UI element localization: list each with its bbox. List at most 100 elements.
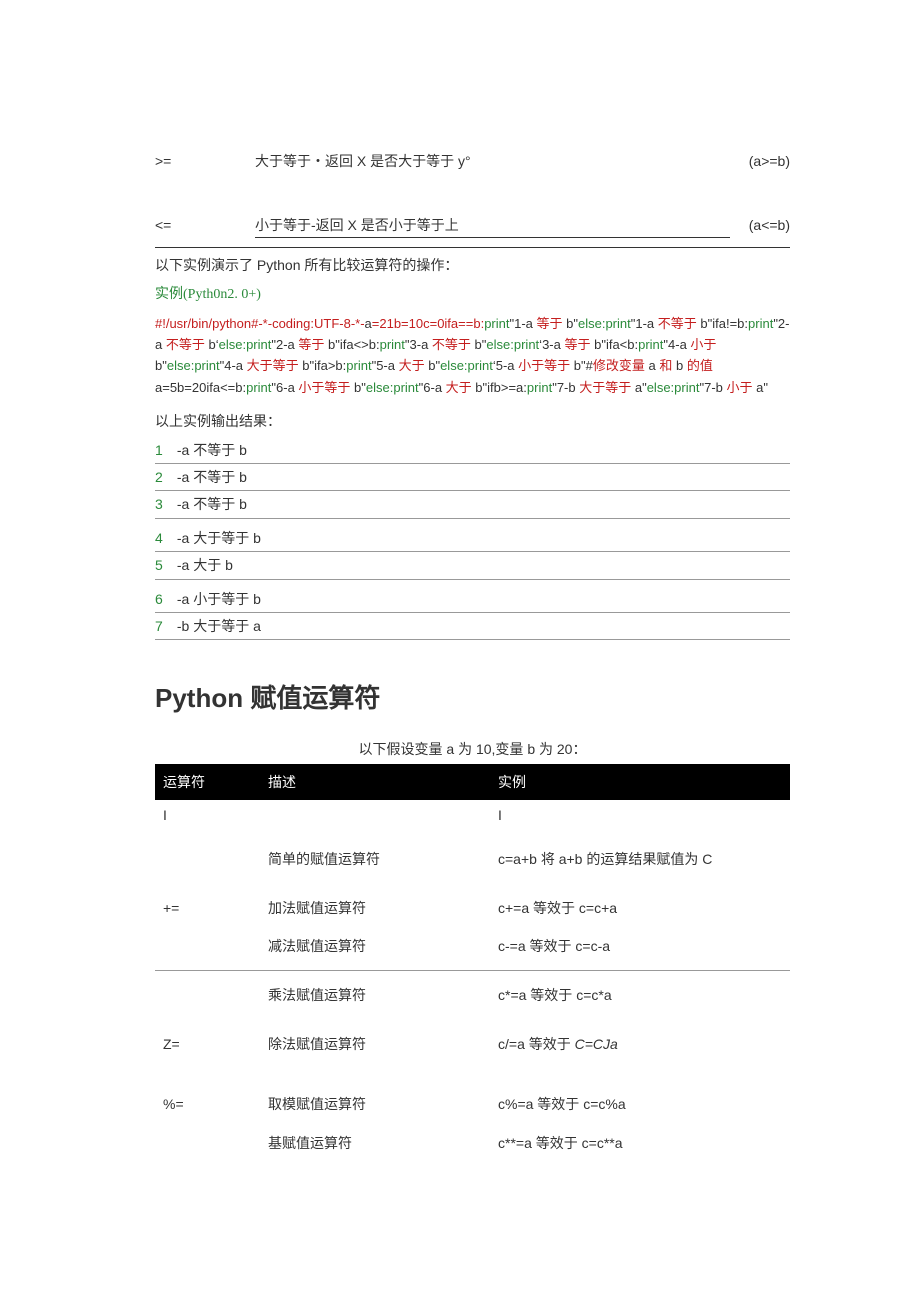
code-token: b" (350, 380, 365, 395)
op-symbol: >= (155, 150, 255, 172)
cell-bar: I (155, 800, 260, 830)
code-token: 小于等于 (298, 380, 350, 395)
op-desc: 小于等于-返回 X 是否小于等于上 (255, 214, 730, 237)
table-spacer (155, 830, 790, 844)
cell-desc: 基赋值运算符 (260, 1128, 490, 1158)
code-token: b"ifa>b: (299, 358, 347, 373)
code-token: b"ifb>=a: (472, 380, 527, 395)
cell-op (155, 844, 260, 874)
code-token: print (380, 337, 405, 352)
code-token: "2-a (271, 337, 298, 352)
code-token: else: (440, 358, 467, 373)
result-text: -a 大于 b (173, 557, 233, 573)
cell-op (155, 931, 260, 961)
result-number: 6 (155, 588, 173, 610)
table-row: 基赋值运算符c**=a 等效于 c=c**a (155, 1128, 790, 1158)
cell-desc: 加法赋值运算符 (260, 893, 490, 923)
assignment-operators-table: 运算符 描述 实例 II简单的赋值运算符c=a+b 将 a+b 的运算结果赋值为… (155, 764, 790, 1158)
op-desc: 大于等于・返回 X 是否大于等于 y° (255, 150, 730, 172)
code-token: "4-a (220, 358, 247, 373)
result-number: 5 (155, 554, 173, 576)
code-token: print (246, 337, 271, 352)
code-token: print (674, 380, 699, 395)
table-spacer (155, 961, 790, 969)
code-token: b" (563, 316, 578, 331)
result-text: -a 不等于 b (173, 442, 247, 458)
result-item: 3 -a 不等于 b (155, 491, 790, 518)
cell-desc: 除法赋值运算符 (260, 1029, 490, 1059)
example-intro: 以下实例演示了 Python 所有比较运算符的操作： (155, 254, 790, 276)
result-text: -a 小于等于 b (173, 591, 261, 607)
code-token: 小于 (726, 380, 752, 395)
cell-op (155, 980, 260, 1010)
code-token: 不等于 (658, 316, 697, 331)
table-row: +=加法赋值运算符c+=a 等效于 c=c+a (155, 893, 790, 923)
table-spacer (155, 1059, 790, 1089)
result-item: 7 -b 大于等于 a (155, 613, 790, 640)
table-caption: 以下假设变量 a 为 10,变量 b 为 20： (155, 738, 790, 760)
result-list: 1 -a 不等于 b2 -a 不等于 b3 -a 不等于 b4 -a 大于等于 … (155, 437, 790, 641)
code-token: 小于 (690, 337, 716, 352)
op-example: (a>=b) (730, 150, 790, 172)
code-token: "3-a (405, 337, 432, 352)
cell-op: Z= (155, 1029, 260, 1059)
code-token: 大于等于 (247, 358, 299, 373)
code-token: 不等于 (432, 337, 471, 352)
code-token: a=5b=20ifa<=b: (155, 380, 246, 395)
cell-example: c-=a 等效于 c=c-a (490, 931, 790, 961)
code-token: "1-a (509, 316, 536, 331)
header-operator: 运算符 (155, 765, 260, 800)
code-token: 大于 (399, 358, 425, 373)
header-example: 实例 (490, 765, 790, 800)
result-text: -a 不等于 b (173, 496, 247, 512)
code-token: "5-a (372, 358, 399, 373)
cell-example: c*=a 等效于 c=c*a (490, 980, 790, 1010)
code-token: print (246, 380, 271, 395)
cell-example: c**=a 等效于 c=c**a (490, 1128, 790, 1158)
code-token: b (672, 358, 686, 373)
code-example: #!/usr/bin/python#-*-coding:UTF-8-*-a=21… (155, 313, 790, 399)
code-token: 5-a (496, 358, 518, 373)
table-header-row: 运算符 描述 实例 (155, 765, 790, 800)
table-spacer (155, 970, 790, 980)
code-token: else: (167, 358, 194, 373)
code-token: 等于 (537, 316, 563, 331)
result-number: 2 (155, 466, 173, 488)
code-token: else: (366, 380, 393, 395)
code-token: else: (486, 337, 513, 352)
code-token: b"ifa!=b: (697, 316, 748, 331)
code-token: "7-b (699, 380, 726, 395)
cell-example: c/=a 等效于 C=CJa (490, 1029, 790, 1059)
code-token: else: (647, 380, 674, 395)
result-number: 7 (155, 615, 173, 637)
code-token: a (365, 316, 372, 331)
code-token: b"ifa<>b: (324, 337, 379, 352)
table-spacer (155, 1011, 790, 1029)
code-token: "1-a (631, 316, 658, 331)
code-token: b" (155, 358, 167, 373)
code-token: "6-a (419, 380, 446, 395)
code-token: print (393, 380, 418, 395)
table-row: 减法赋值运算符c-=a 等效于 c=c-a (155, 931, 790, 961)
example-title: 实例(Pyth0n2. 0+) (155, 284, 790, 306)
code-token: 修改变量 (593, 358, 645, 373)
code-token: else: (219, 337, 246, 352)
result-text: -a 大于等于 b (173, 530, 261, 546)
header-description: 描述 (260, 765, 490, 800)
code-token: 大于等于 (579, 380, 631, 395)
code-token: 不等于 (166, 337, 205, 352)
op-example: (a<=b) (730, 214, 790, 236)
cell-desc: 乘法赋值运算符 (260, 980, 490, 1010)
result-item: 5 -a 大于 b (155, 552, 790, 579)
code-token: 和 (659, 358, 672, 373)
result-number: 1 (155, 439, 173, 461)
cell-example: c=a+b 将 a+b 的运算结果赋值为 C (490, 844, 790, 874)
result-text: -a 不等于 b (173, 469, 247, 485)
code-token: 3-a (542, 337, 564, 352)
code-token: 等于 (298, 337, 324, 352)
table-spacer (155, 875, 790, 893)
result-intro: 以上实例输出结果： (155, 410, 790, 432)
table-spacer (155, 923, 790, 931)
table-row: Z=除法赋值运算符c/=a 等效于 C=CJa (155, 1029, 790, 1059)
op-symbol: <= (155, 214, 255, 236)
